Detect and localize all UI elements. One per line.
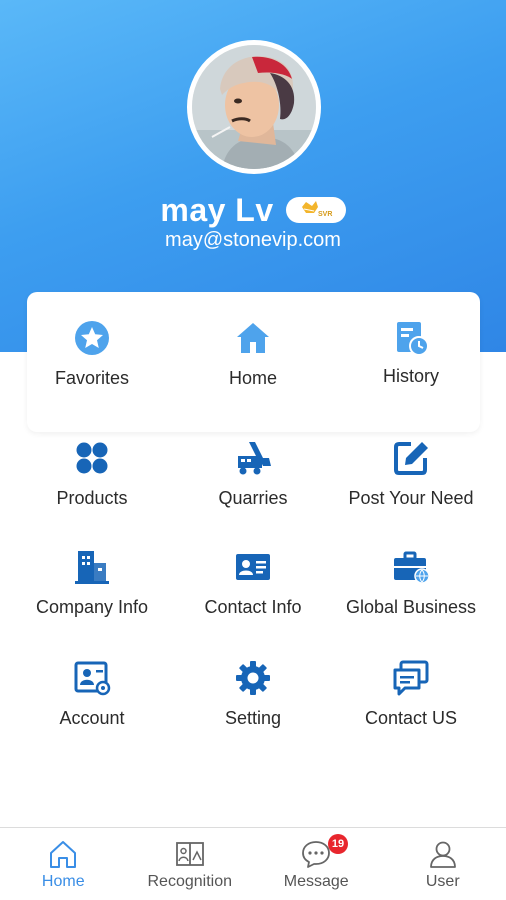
- menu-item-global-business[interactable]: Global Business: [327, 547, 495, 637]
- tab-message[interactable]: Message: [253, 828, 380, 900]
- bottom-tab-bar: Home Recognition Message User: [0, 827, 506, 900]
- id-card-icon: [233, 547, 273, 587]
- menu-item-quarries[interactable]: Quarries: [169, 438, 337, 528]
- menu-item-contact-info[interactable]: Contact Info: [169, 547, 337, 637]
- home-outline-icon: [47, 838, 79, 870]
- menu-item-history[interactable]: History: [327, 318, 495, 408]
- menu-item-account[interactable]: Account: [8, 658, 176, 748]
- name-row: may Lv SVR: [0, 190, 506, 230]
- tab-label: Message: [283, 873, 349, 890]
- menu-label: Setting: [224, 708, 282, 728]
- menu-label: Products: [56, 488, 128, 508]
- menu-label: Favorites: [54, 368, 130, 388]
- tab-home[interactable]: Home: [0, 828, 127, 900]
- menu-label: Global Business: [345, 597, 477, 617]
- tab-label: Home: [41, 873, 85, 890]
- menu-label: Account: [59, 708, 125, 728]
- briefcase-icon: [391, 547, 431, 587]
- menu-item-post-your-need[interactable]: Post Your Need: [327, 438, 495, 528]
- vip-badge-text: SVR: [318, 211, 332, 218]
- avatar-image: [192, 45, 316, 169]
- user-email: may@stonevip.com: [165, 229, 341, 251]
- chat-icon: [391, 658, 431, 698]
- history-icon: [391, 318, 431, 358]
- tab-label: User: [425, 873, 460, 890]
- user-name: may Lv: [160, 191, 274, 228]
- menu-label: History: [382, 366, 439, 386]
- menu-item-products[interactable]: Products: [8, 438, 176, 528]
- menu-item-contact-us[interactable]: Contact US: [327, 658, 495, 748]
- home-icon: [233, 318, 273, 358]
- menu-label: Company Info: [35, 597, 149, 617]
- gear-icon: [233, 658, 273, 698]
- menu-label: Home: [228, 368, 277, 388]
- avatar[interactable]: [187, 40, 321, 174]
- tab-user[interactable]: User: [380, 828, 506, 900]
- edit-icon: [391, 438, 431, 478]
- account-icon: [72, 658, 112, 698]
- recognition-icon: [174, 838, 206, 870]
- menu-item-setting[interactable]: Setting: [169, 658, 337, 748]
- vip-badge[interactable]: SVR: [285, 197, 346, 223]
- user-icon: [427, 838, 459, 870]
- menu-label: Contact Info: [204, 597, 302, 617]
- tab-label: Recognition: [147, 873, 233, 890]
- vip-badge-icon: SVR: [301, 201, 332, 218]
- tab-recognition[interactable]: Recognition: [127, 828, 254, 900]
- menu-item-favorites[interactable]: Favorites: [8, 318, 176, 408]
- menu-item-company-info[interactable]: Company Info: [8, 547, 176, 637]
- menu-label: Quarries: [218, 488, 288, 508]
- star-icon: [72, 318, 112, 358]
- menu-item-home[interactable]: Home: [169, 318, 337, 408]
- message-count-badge: 19: [328, 834, 348, 854]
- menu-label: Post Your Need: [348, 488, 474, 508]
- products-icon: [72, 438, 112, 478]
- menu-label: Contact US: [364, 708, 458, 728]
- building-icon: [72, 547, 112, 587]
- quarries-icon: [233, 438, 273, 478]
